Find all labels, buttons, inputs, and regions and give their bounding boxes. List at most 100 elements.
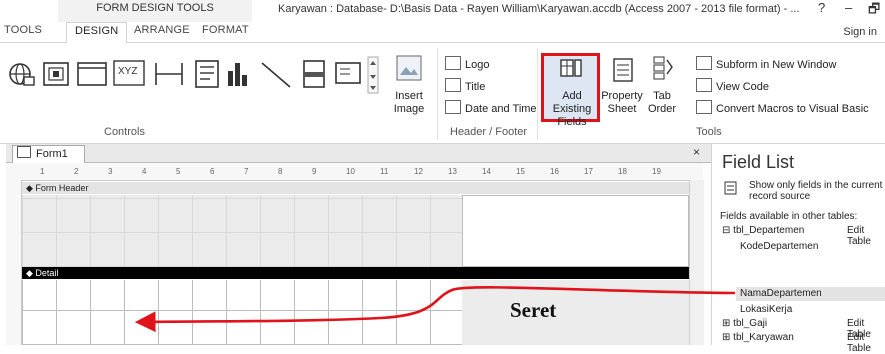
tab-arrange[interactable]: ARRANGE (134, 24, 190, 36)
form-header-section-bar[interactable]: ◆ Form Header (22, 182, 702, 194)
logo-icon (445, 56, 461, 70)
ruler-number: 3 (108, 167, 113, 176)
ruler-number: 1 (40, 167, 45, 176)
fields-available-label: Fields available in other tables: (720, 211, 858, 222)
subform-icon (696, 56, 712, 70)
record-source-text[interactable]: record source (749, 191, 810, 202)
form1-tab-label: Form1 (36, 148, 68, 160)
table-tbl-departemen[interactable]: ⊟ tbl_Departemen (722, 225, 804, 236)
show-only-fields-icon[interactable] (724, 181, 738, 195)
web-browser-control-icon[interactable] (9, 63, 35, 86)
ruler-number: 4 (142, 167, 147, 176)
view-code-button[interactable]: View Code (696, 78, 769, 93)
table-tbl-karyawan[interactable]: ⊞ tbl_Karyawan (722, 332, 794, 343)
convert-macros-icon (696, 100, 712, 114)
help-button[interactable]: ? (818, 0, 825, 15)
sign-in-link[interactable]: Sign in (843, 26, 877, 38)
add-existing-fields-button[interactable]: Add Existing Fields (545, 90, 599, 129)
detail-label: Detail (35, 268, 59, 278)
ruler-number: 2 (74, 167, 79, 176)
form-header-grid[interactable] (22, 195, 463, 267)
group-separator (437, 48, 438, 140)
detail-arrow-icon: ◆ (26, 268, 36, 278)
vertical-ruler (6, 180, 22, 345)
form1-tab[interactable]: Form1 (12, 145, 85, 163)
horizontal-ruler: 1 2 3 4 5 6 7 8 9 10 11 12 13 14 15 16 17 18 19 (6, 163, 703, 181)
ruler-number: 12 (414, 167, 423, 176)
chart-control-icon[interactable] (228, 63, 247, 86)
drag-annotation-label: Seret (510, 298, 557, 322)
detail-grid[interactable] (22, 280, 463, 345)
collapse-icon[interactable]: ⊟ (722, 225, 730, 236)
vertical-scrollbar[interactable] (689, 180, 704, 345)
controls-gallery: XYZ (9, 56, 379, 94)
field-kodedepartemen[interactable]: KodeDepartemen (740, 241, 818, 252)
edit-table-link[interactable]: Edit Table (847, 225, 885, 247)
ruler-number: 17 (584, 167, 593, 176)
tab-tools[interactable]: TOOLS (4, 24, 42, 36)
subform-new-window-button[interactable]: Subform in New Window (696, 56, 836, 71)
subform-label: Subform in New Window (716, 59, 837, 71)
combo-box-control-icon[interactable] (335, 62, 361, 84)
expand-icon[interactable]: ⊞ (722, 332, 730, 343)
field-namadepartemen[interactable]: NamaDepartemen (740, 288, 822, 299)
ruler-number: 18 (618, 167, 627, 176)
edit-table-link[interactable]: Edit Table (847, 332, 885, 354)
ruler-number: 10 (346, 167, 355, 176)
contextual-group-title: FORM DESIGN TOOLS (96, 2, 214, 14)
date-time-icon (445, 100, 461, 114)
ruler-number: 6 (210, 167, 215, 176)
ruler-number: 16 (550, 167, 559, 176)
restore-button[interactable]: 🗗 (868, 0, 880, 22)
tab-order-icon (653, 56, 673, 80)
field-list-title: Field List (722, 152, 795, 172)
window-title: Karyawan : Database- D:\Basis Data - Ray… (278, 3, 800, 15)
insert-image-icon[interactable] (396, 55, 422, 81)
group-separator (537, 48, 538, 140)
insert-image-button[interactable]: Insert Image (386, 90, 432, 116)
view-code-label: View Code (716, 81, 769, 93)
document-tab-strip (6, 144, 711, 163)
ruler-number: 7 (244, 167, 249, 176)
ruler-number: 9 (312, 167, 317, 176)
form-header-empty-area (462, 195, 689, 267)
close-document-button[interactable]: × (693, 145, 700, 159)
line-control-icon[interactable] (155, 63, 183, 85)
text-box-control-icon[interactable]: XYZ (113, 60, 145, 86)
ruler-number: 14 (482, 167, 491, 176)
table-name: tbl_Gaji (733, 318, 768, 329)
field-lokasikerja[interactable]: LokasiKerja (740, 304, 792, 315)
ruler-number: 15 (516, 167, 525, 176)
convert-macros-button[interactable]: Convert Macros to Visual Basic (696, 100, 869, 115)
detail-empty-area (462, 280, 689, 345)
title-button[interactable]: Title (445, 78, 485, 93)
show-only-fields-link[interactable]: Show only fields in the current (749, 180, 882, 191)
form-header-label: Form Header (35, 183, 89, 193)
page-break-control-icon[interactable] (303, 60, 325, 88)
svg-text:XYZ: XYZ (118, 66, 137, 77)
detail-section-bar[interactable]: ◆ Detail (22, 267, 689, 279)
table-tbl-gaji[interactable]: ⊞ tbl_Gaji (722, 318, 767, 329)
tab-control-icon[interactable] (77, 62, 107, 86)
add-existing-fields-icon (560, 59, 582, 77)
tab-format[interactable]: FORMAT (202, 24, 249, 36)
date-time-button[interactable]: Date and Time (445, 100, 537, 115)
expand-icon[interactable]: ⊞ (722, 318, 730, 329)
diagonal-line-control-icon[interactable] (261, 62, 291, 88)
table-name: tbl_Departemen (733, 225, 805, 236)
form-header-arrow-icon: ◆ (26, 183, 36, 193)
ribbon-tab-row (0, 22, 885, 43)
gallery-scroll-icon[interactable] (367, 56, 379, 94)
table-name: tbl_Karyawan (733, 332, 794, 343)
controls-group-label: Controls (104, 126, 145, 138)
title-icon (445, 78, 461, 92)
property-sheet-button[interactable]: Property Sheet (601, 90, 643, 116)
minimize-button[interactable]: – (845, 0, 852, 15)
tab-order-button[interactable]: Tab Order (645, 90, 679, 116)
navigation-control-icon[interactable] (43, 62, 69, 86)
form-icon (17, 146, 31, 158)
list-box-control-icon[interactable] (195, 60, 219, 88)
logo-button[interactable]: Logo (445, 56, 489, 71)
ruler-number: 5 (176, 167, 181, 176)
date-time-label: Date and Time (465, 103, 537, 115)
